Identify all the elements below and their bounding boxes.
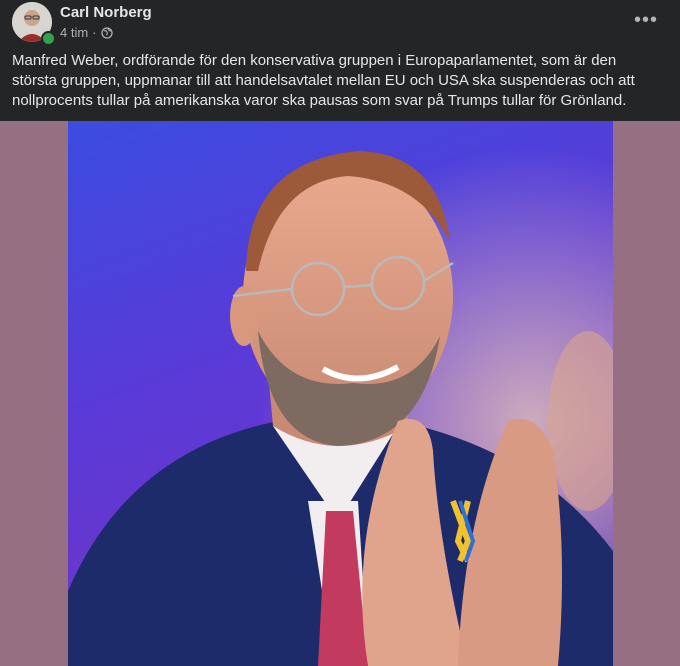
post-media[interactable] <box>0 121 680 666</box>
more-horizontal-icon: ••• <box>633 8 658 31</box>
post-options-button[interactable]: ••• <box>628 8 664 32</box>
author-name[interactable]: Carl Norberg <box>60 4 152 21</box>
online-status-indicator <box>41 31 56 46</box>
facebook-post: Carl Norberg 4 tim · ••• Manfred Weber, … <box>0 0 680 666</box>
post-header: Carl Norberg 4 tim · ••• <box>0 0 680 48</box>
post-photo[interactable] <box>68 121 613 666</box>
post-body-text: Manfred Weber, ordförande för den konser… <box>12 52 635 109</box>
globe-icon <box>100 26 113 39</box>
post-timestamp[interactable]: 4 tim <box>60 25 88 40</box>
post-meta: 4 tim · <box>60 25 113 40</box>
meta-separator: · <box>92 25 97 40</box>
